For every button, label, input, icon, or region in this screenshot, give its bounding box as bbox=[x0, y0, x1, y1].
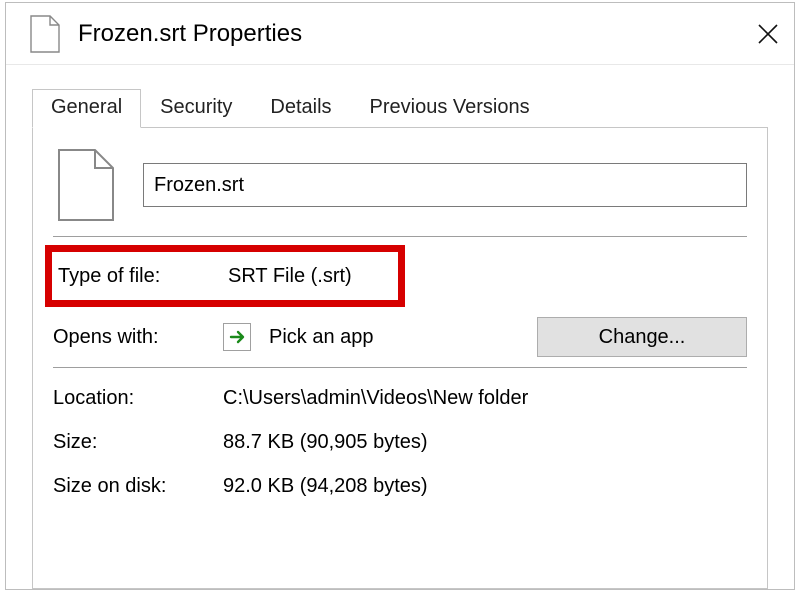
size-value: 88.7 KB (90,905 bytes) bbox=[223, 431, 747, 454]
file-icon bbox=[57, 148, 115, 222]
change-button[interactable]: Change... bbox=[537, 317, 747, 357]
opens-with-value: Pick an app bbox=[269, 326, 374, 349]
close-icon bbox=[757, 23, 779, 45]
tab-previous-versions[interactable]: Previous Versions bbox=[351, 89, 549, 128]
divider bbox=[53, 367, 747, 368]
tab-strip: General Security Details Previous Versio… bbox=[32, 85, 768, 127]
location-row: Location: C:\Users\admin\Videos\New fold… bbox=[53, 376, 747, 420]
type-of-file-value: SRT File (.srt) bbox=[228, 265, 392, 288]
size-label: Size: bbox=[53, 431, 223, 454]
window-title: Frozen.srt Properties bbox=[78, 20, 302, 48]
filename-input[interactable] bbox=[143, 163, 747, 207]
location-label: Location: bbox=[53, 387, 223, 410]
opens-with-label: Opens with: bbox=[53, 326, 223, 349]
file-icon bbox=[30, 15, 60, 53]
arrow-right-icon bbox=[228, 328, 246, 346]
size-on-disk-row: Size on disk: 92.0 KB (94,208 bytes) bbox=[53, 464, 747, 508]
properties-dialog: Frozen.srt Properties General Security D… bbox=[5, 2, 795, 590]
dialog-content: General Security Details Previous Versio… bbox=[6, 65, 794, 589]
tab-general[interactable]: General bbox=[32, 89, 141, 128]
pick-app-icon bbox=[223, 323, 251, 351]
type-of-file-label: Type of file: bbox=[58, 265, 228, 288]
size-on-disk-label: Size on disk: bbox=[53, 475, 223, 498]
filename-row bbox=[57, 148, 747, 222]
tab-security[interactable]: Security bbox=[141, 89, 251, 128]
location-value: C:\Users\admin\Videos\New folder bbox=[223, 387, 747, 410]
type-of-file-row: Type of file: SRT File (.srt) bbox=[58, 254, 392, 298]
titlebar: Frozen.srt Properties bbox=[6, 3, 794, 65]
close-button[interactable] bbox=[754, 20, 782, 48]
divider bbox=[53, 236, 747, 237]
opens-with-row: Opens with: Pick an app Change... bbox=[53, 315, 747, 359]
tab-panel-general: Type of file: SRT File (.srt) Opens with… bbox=[32, 127, 768, 589]
annotation-highlight: Type of file: SRT File (.srt) bbox=[45, 245, 405, 307]
size-row: Size: 88.7 KB (90,905 bytes) bbox=[53, 420, 747, 464]
tab-details[interactable]: Details bbox=[251, 89, 350, 128]
size-on-disk-value: 92.0 KB (94,208 bytes) bbox=[223, 475, 747, 498]
